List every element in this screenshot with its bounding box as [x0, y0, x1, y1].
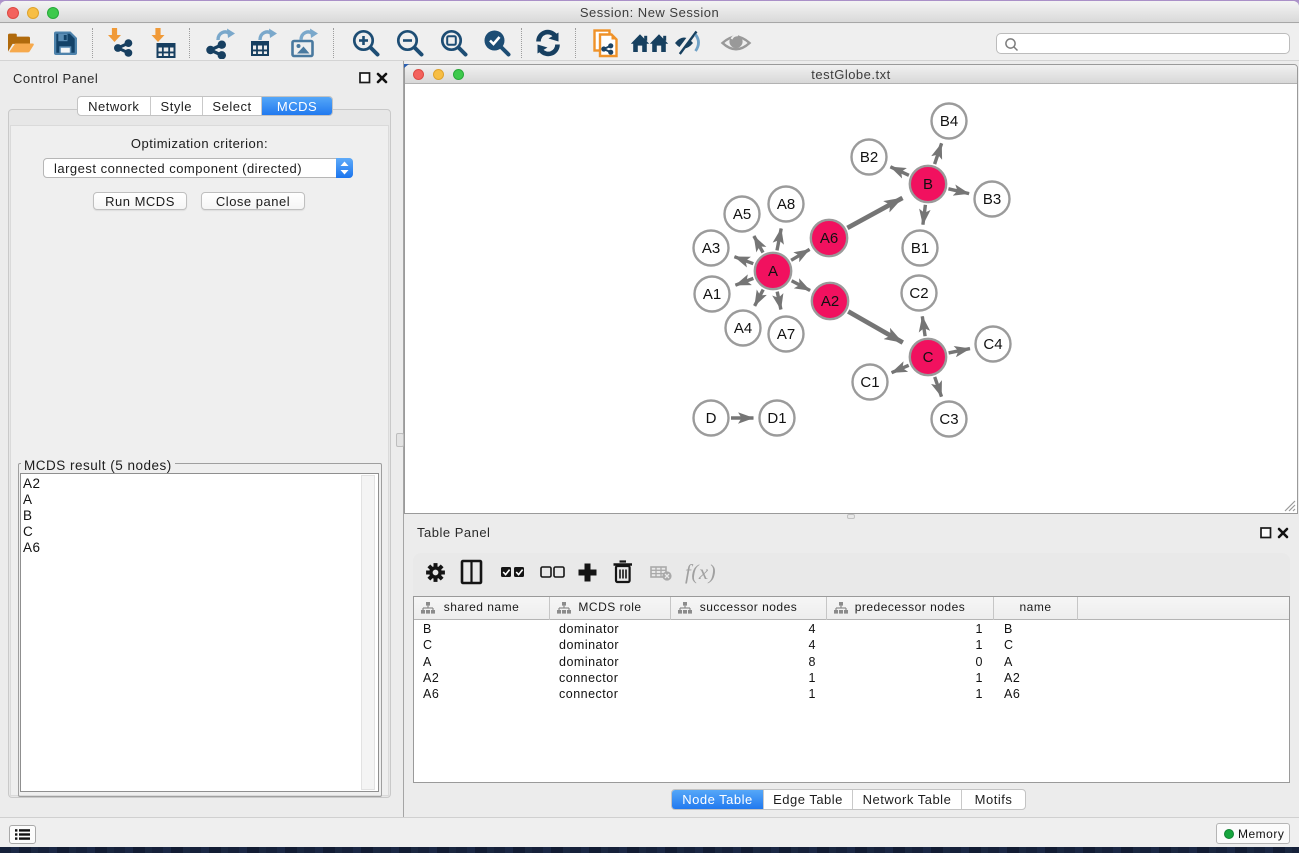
svg-text:A2: A2 — [821, 293, 839, 310]
svg-text:B: B — [923, 176, 933, 193]
svg-text:A6: A6 — [820, 230, 838, 247]
svg-text:B1: B1 — [911, 240, 929, 257]
svg-text:C1: C1 — [860, 374, 879, 391]
svg-text:A1: A1 — [703, 286, 721, 303]
svg-text:C4: C4 — [983, 336, 1002, 353]
svg-text:B4: B4 — [940, 113, 958, 130]
svg-text:A4: A4 — [734, 320, 752, 337]
svg-text:A3: A3 — [702, 240, 720, 257]
svg-text:A8: A8 — [777, 196, 795, 213]
svg-text:A7: A7 — [777, 326, 795, 343]
svg-text:D: D — [706, 410, 717, 427]
svg-text:A: A — [768, 263, 778, 280]
svg-text:C: C — [923, 349, 934, 366]
svg-text:B3: B3 — [983, 191, 1001, 208]
svg-text:C3: C3 — [939, 411, 958, 428]
svg-text:D1: D1 — [767, 410, 786, 427]
svg-text:B2: B2 — [860, 149, 878, 166]
svg-text:C2: C2 — [909, 285, 928, 302]
svg-text:A5: A5 — [733, 206, 751, 223]
